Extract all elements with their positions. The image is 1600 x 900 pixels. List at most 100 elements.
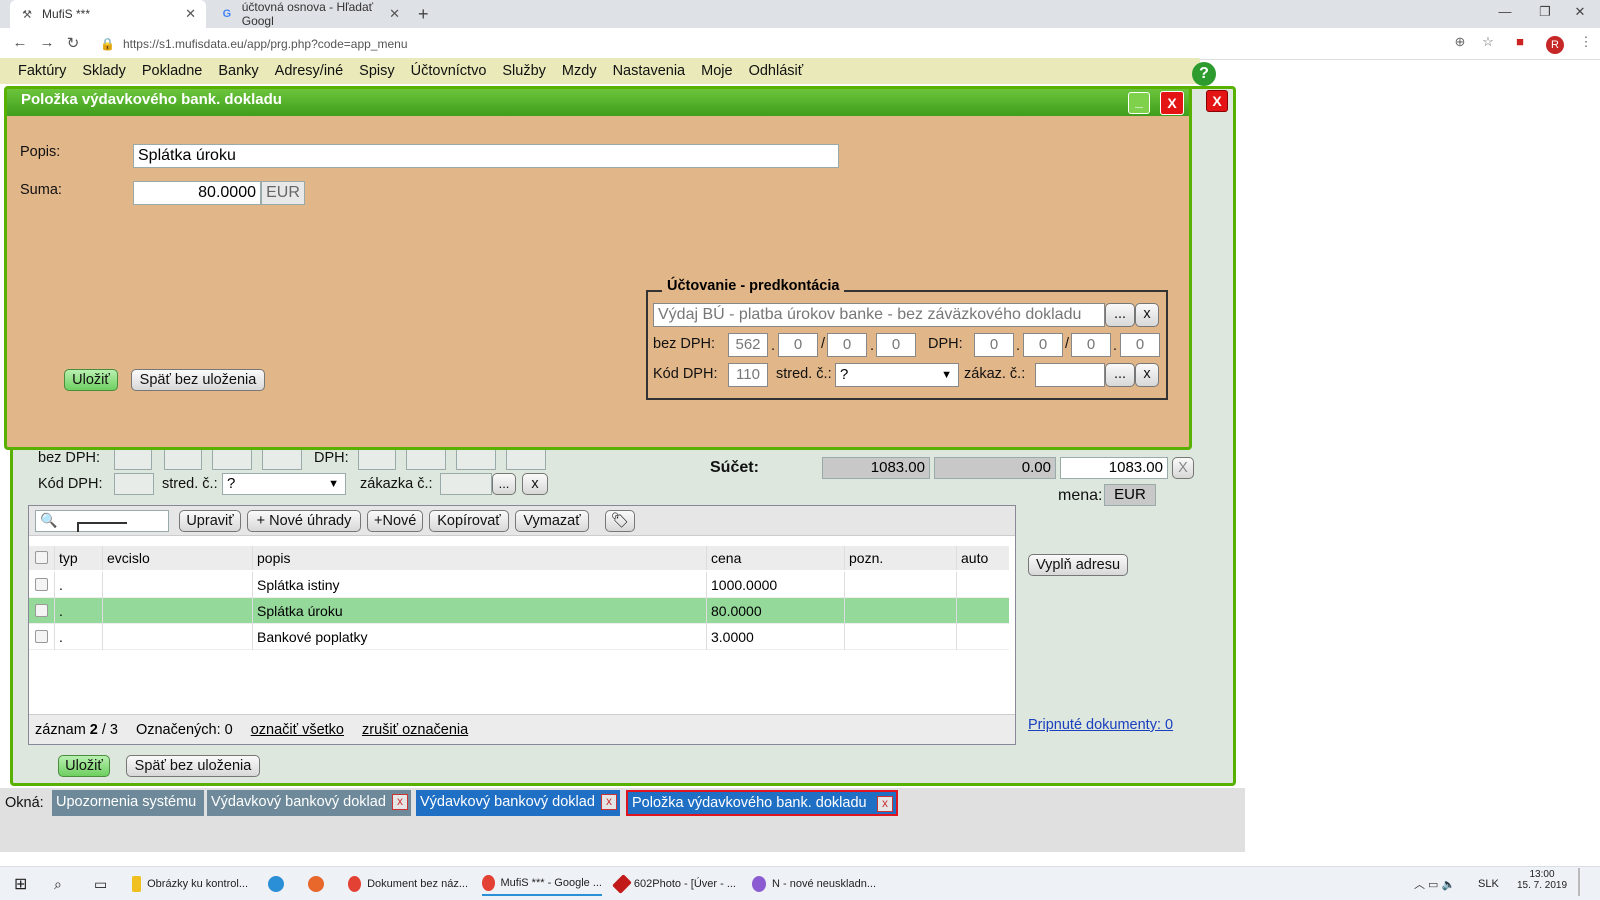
bez-dph-analytika[interactable]: 0 [778,333,818,357]
tray-icons[interactable]: ︿ ▭ 🔈 [1414,872,1455,896]
bez-dph-field-1[interactable] [114,448,152,470]
row-select-cell[interactable] [29,572,55,598]
row-select-cell[interactable] [29,598,55,624]
menu-adresy[interactable]: Adresy/iné [275,63,344,79]
firefox-icon[interactable] [308,872,330,896]
language-indicator[interactable]: SLK [1478,872,1499,896]
kod-dph-field[interactable] [114,473,154,495]
row-select-cell[interactable] [29,624,55,650]
search-icon[interactable]: ⌕ [54,872,62,896]
col-typ[interactable]: typ [55,546,103,570]
table-row[interactable]: . Bankové poplatky 3.0000 [29,624,1009,650]
row-checkbox[interactable] [35,630,48,643]
vypln-adresu-button[interactable]: Vyplň adresu [1028,554,1128,576]
nove-button[interactable]: +Nové [367,510,423,532]
suma-input[interactable]: 80.0000 [133,181,261,205]
col-evcislo[interactable]: evcislo [103,546,253,570]
bez-dph-field-2[interactable] [164,448,202,470]
taskbar-item-602photo[interactable]: 602Photo - [Úver - ... [612,872,736,896]
modal-close-button[interactable]: X [1160,91,1184,115]
edge-icon[interactable] [268,872,290,896]
modal-save-button[interactable]: Uložiť [64,369,118,391]
bez-dph-zakazka[interactable]: 0 [876,333,916,357]
restore-icon[interactable]: ❐ [1530,4,1560,20]
browser-tab-mufis[interactable]: ⚒ MufiS *** ✕ [10,0,206,28]
upravit-button[interactable]: Upraviť [179,510,241,532]
avatar[interactable]: R [1546,36,1564,54]
windows-start-icon[interactable]: ⊞ [14,872,27,896]
show-desktop-button[interactable] [1578,868,1580,896]
back-icon[interactable]: ← [10,34,30,51]
menu-uctovnictvo[interactable]: Účtovníctvo [411,63,487,79]
menu-pokladne[interactable]: Pokladne [142,63,202,79]
modal-back-button[interactable]: Späť bez uloženia [131,369,265,391]
bez-dph-field-3[interactable] [212,448,252,470]
bez-dph-field-4[interactable] [262,448,302,470]
close-icon[interactable]: x [601,794,617,810]
col-cena[interactable]: cena [707,546,845,570]
new-tab-button[interactable]: + [418,4,429,25]
stred-select[interactable]: ? ▼ [835,363,959,387]
taskbar-item-nove[interactable]: N - nové neuskladn... [752,872,876,896]
popis-input[interactable]: Splátka úroku [133,144,839,168]
window-tab-vydavkovy-2[interactable]: Výdavkový bankový doklad x [416,790,620,816]
background-close-button[interactable]: X [1206,90,1228,112]
window-tab-vydavkovy-1[interactable]: Výdavkový bankový doklad x [207,790,411,816]
dph-stred[interactable]: 0 [1071,333,1111,357]
dph-ucet[interactable]: 0 [974,333,1014,357]
bez-dph-ucet[interactable]: 562 [728,333,768,357]
menu-moje[interactable]: Moje [701,63,732,79]
col-pozn[interactable]: pozn. [845,546,957,570]
col-auto[interactable]: auto [957,546,1009,570]
select-all-cell[interactable] [29,546,55,570]
dph-field-3[interactable] [456,448,496,470]
background-back-button[interactable]: Späť bez uloženia [126,755,260,777]
zakazka-clear-button[interactable]: x [522,473,548,495]
menu-sluzby[interactable]: Služby [502,63,546,79]
row-checkbox[interactable] [35,578,48,591]
zakazka-browse-button[interactable]: ... [492,473,516,495]
kod-dph-field[interactable]: 110 [728,363,768,387]
vymazat-button[interactable]: Vymazať [515,510,589,532]
dph-analytika[interactable]: 0 [1023,333,1063,357]
menu-spisy[interactable]: Spisy [359,63,394,79]
modal-minimize-button[interactable]: _ [1128,92,1150,114]
help-icon[interactable]: ? [1192,62,1216,86]
zakaz-clear-button[interactable]: x [1135,363,1159,387]
tag-icon[interactable]: 🏷 [605,510,635,532]
menu-sklady[interactable]: Sklady [82,63,126,79]
forward-icon[interactable]: → [37,34,57,51]
stred-select[interactable]: ? ▼ [222,473,346,495]
menu-nastavenia[interactable]: Nastavenia [613,63,686,79]
minimize-icon[interactable]: — [1490,4,1520,19]
dph-field-1[interactable] [358,448,396,470]
dph-field-4[interactable] [506,448,546,470]
close-icon[interactable]: ✕ [185,6,196,22]
close-icon[interactable]: ✕ [389,6,400,22]
predkontacia-input[interactable]: Výdaj BÚ - platba úrokov banke - bez záv… [653,303,1105,327]
taskbar-item-explorer[interactable]: Obrázky ku kontrol... [132,872,248,896]
close-window-icon[interactable]: ✕ [1565,4,1595,20]
pripnute-dokumenty-link[interactable]: Pripnuté dokumenty: 0 [1028,717,1173,733]
window-tab-upozornenia[interactable]: Upozornenia systému [52,790,204,816]
bez-dph-stred[interactable]: 0 [827,333,867,357]
close-icon[interactable]: x [392,794,408,810]
zoom-icon[interactable]: ⊕ [1450,34,1470,54]
menu-banky[interactable]: Banky [218,63,258,79]
menu-odhlasit[interactable]: Odhlásiť [749,63,804,79]
browser-tab-google[interactable]: G účtovná osnova - Hľadať Googl ✕ [210,0,410,28]
row-checkbox[interactable] [35,604,48,617]
sucet-clear-button[interactable]: X [1172,457,1194,479]
table-row[interactable]: . Splátka istiny 1000.0000 [29,572,1009,598]
select-all-checkbox[interactable] [35,551,48,564]
close-icon[interactable]: x [877,796,893,812]
col-popis[interactable]: popis [253,546,707,570]
zakaz-browse-button[interactable]: ... [1105,363,1135,387]
nove-uhrady-button[interactable]: + Nové úhrady [247,510,361,532]
zakazka-field[interactable] [440,473,492,495]
predkontacia-browse-button[interactable]: ... [1105,303,1135,327]
kebab-menu-icon[interactable]: ⋮ [1576,34,1596,54]
menu-mzdy[interactable]: Mzdy [562,63,597,79]
oznacit-vsetko-link[interactable]: označiť všetko [251,722,344,738]
extension-icon[interactable]: ■ [1510,34,1530,54]
